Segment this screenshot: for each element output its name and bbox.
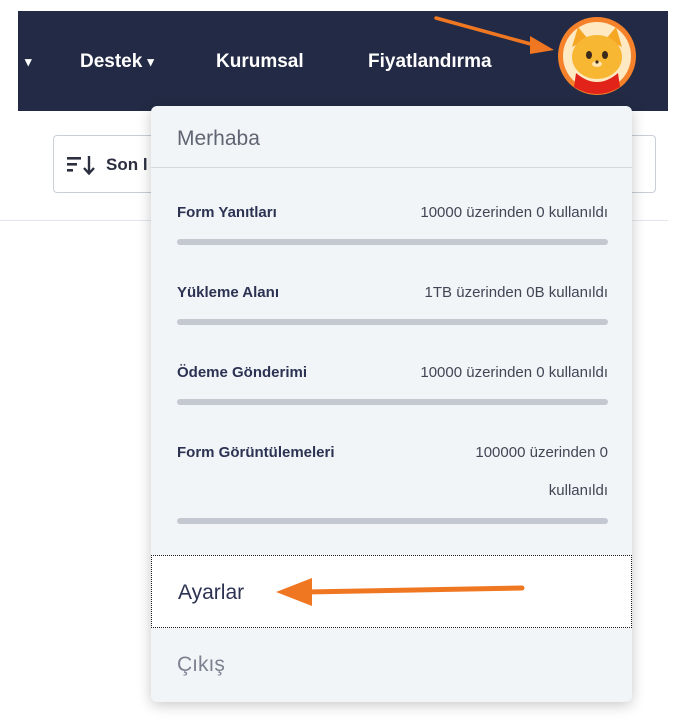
nav-pricing-link[interactable]: Fiyatlandırma xyxy=(368,51,492,73)
chevron-down-icon: ▾ xyxy=(147,54,154,69)
usage-value: 10000 üzerinden 0 kullanıldı xyxy=(420,364,608,381)
sort-button-label: Son l xyxy=(106,155,148,174)
settings-menu-item[interactable]: Ayarlar xyxy=(151,555,632,628)
usage-progress-bar xyxy=(177,319,608,325)
cat-mascot-avatar-icon xyxy=(560,19,634,94)
greeting-text: Merhaba xyxy=(177,127,260,150)
usage-value: 10000 üzerinden 0 kullanıldı xyxy=(420,204,608,221)
usage-value: 1TB üzerinden 0B kullanıldı xyxy=(424,284,608,301)
nav-support-label: Destek xyxy=(80,51,143,72)
greeting-divider xyxy=(151,167,632,168)
account-dropdown-menu: Merhaba Form Yanıtları 10000 üzerinden 0… xyxy=(151,106,632,702)
usage-label: Ödeme Gönderimi xyxy=(177,364,308,381)
usage-progress-bar xyxy=(177,399,608,405)
nav-corporate-link[interactable]: Kurumsal xyxy=(216,51,304,73)
user-avatar-button[interactable] xyxy=(558,17,636,95)
usage-value-line2: kullanıldı xyxy=(548,482,608,499)
nav-support-menu[interactable]: Destek ▾ xyxy=(80,51,154,73)
nav-dropdown-caret[interactable]: ▾ xyxy=(25,51,32,73)
usage-progress-bar xyxy=(177,518,608,524)
usage-value-line1: 100000 üzerinden 0 xyxy=(475,444,608,461)
logout-menu-item[interactable]: Çıkış xyxy=(151,628,632,701)
usage-label: Form Yanıtları xyxy=(177,204,277,221)
usage-progress-bar xyxy=(177,239,608,245)
sort-descending-icon xyxy=(67,156,95,176)
usage-label: Yükleme Alanı xyxy=(177,284,279,301)
usage-label: Form Görüntülemeleri xyxy=(177,444,335,461)
sort-button[interactable]: Son l xyxy=(53,135,163,193)
